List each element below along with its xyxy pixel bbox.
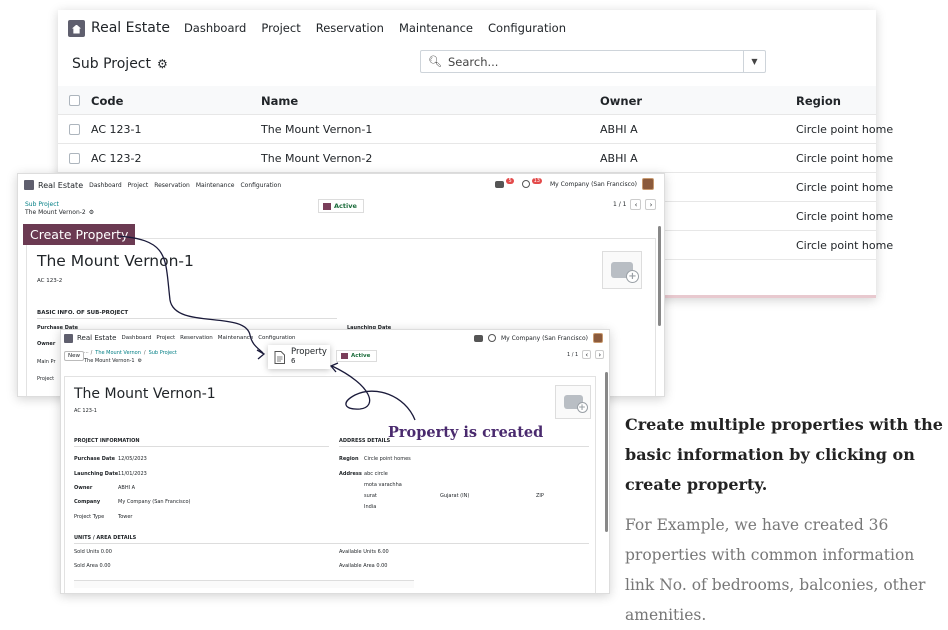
property-created-arrow bbox=[331, 365, 416, 421]
create-property-arrowhead bbox=[256, 349, 266, 360]
create-property-arrow bbox=[117, 235, 264, 354]
description-body: For Example, we have created 36 properti… bbox=[625, 516, 926, 624]
description-heading: Create multiple properties with the basi… bbox=[625, 415, 943, 494]
description-block: Create multiple properties with the basi… bbox=[625, 410, 945, 630]
